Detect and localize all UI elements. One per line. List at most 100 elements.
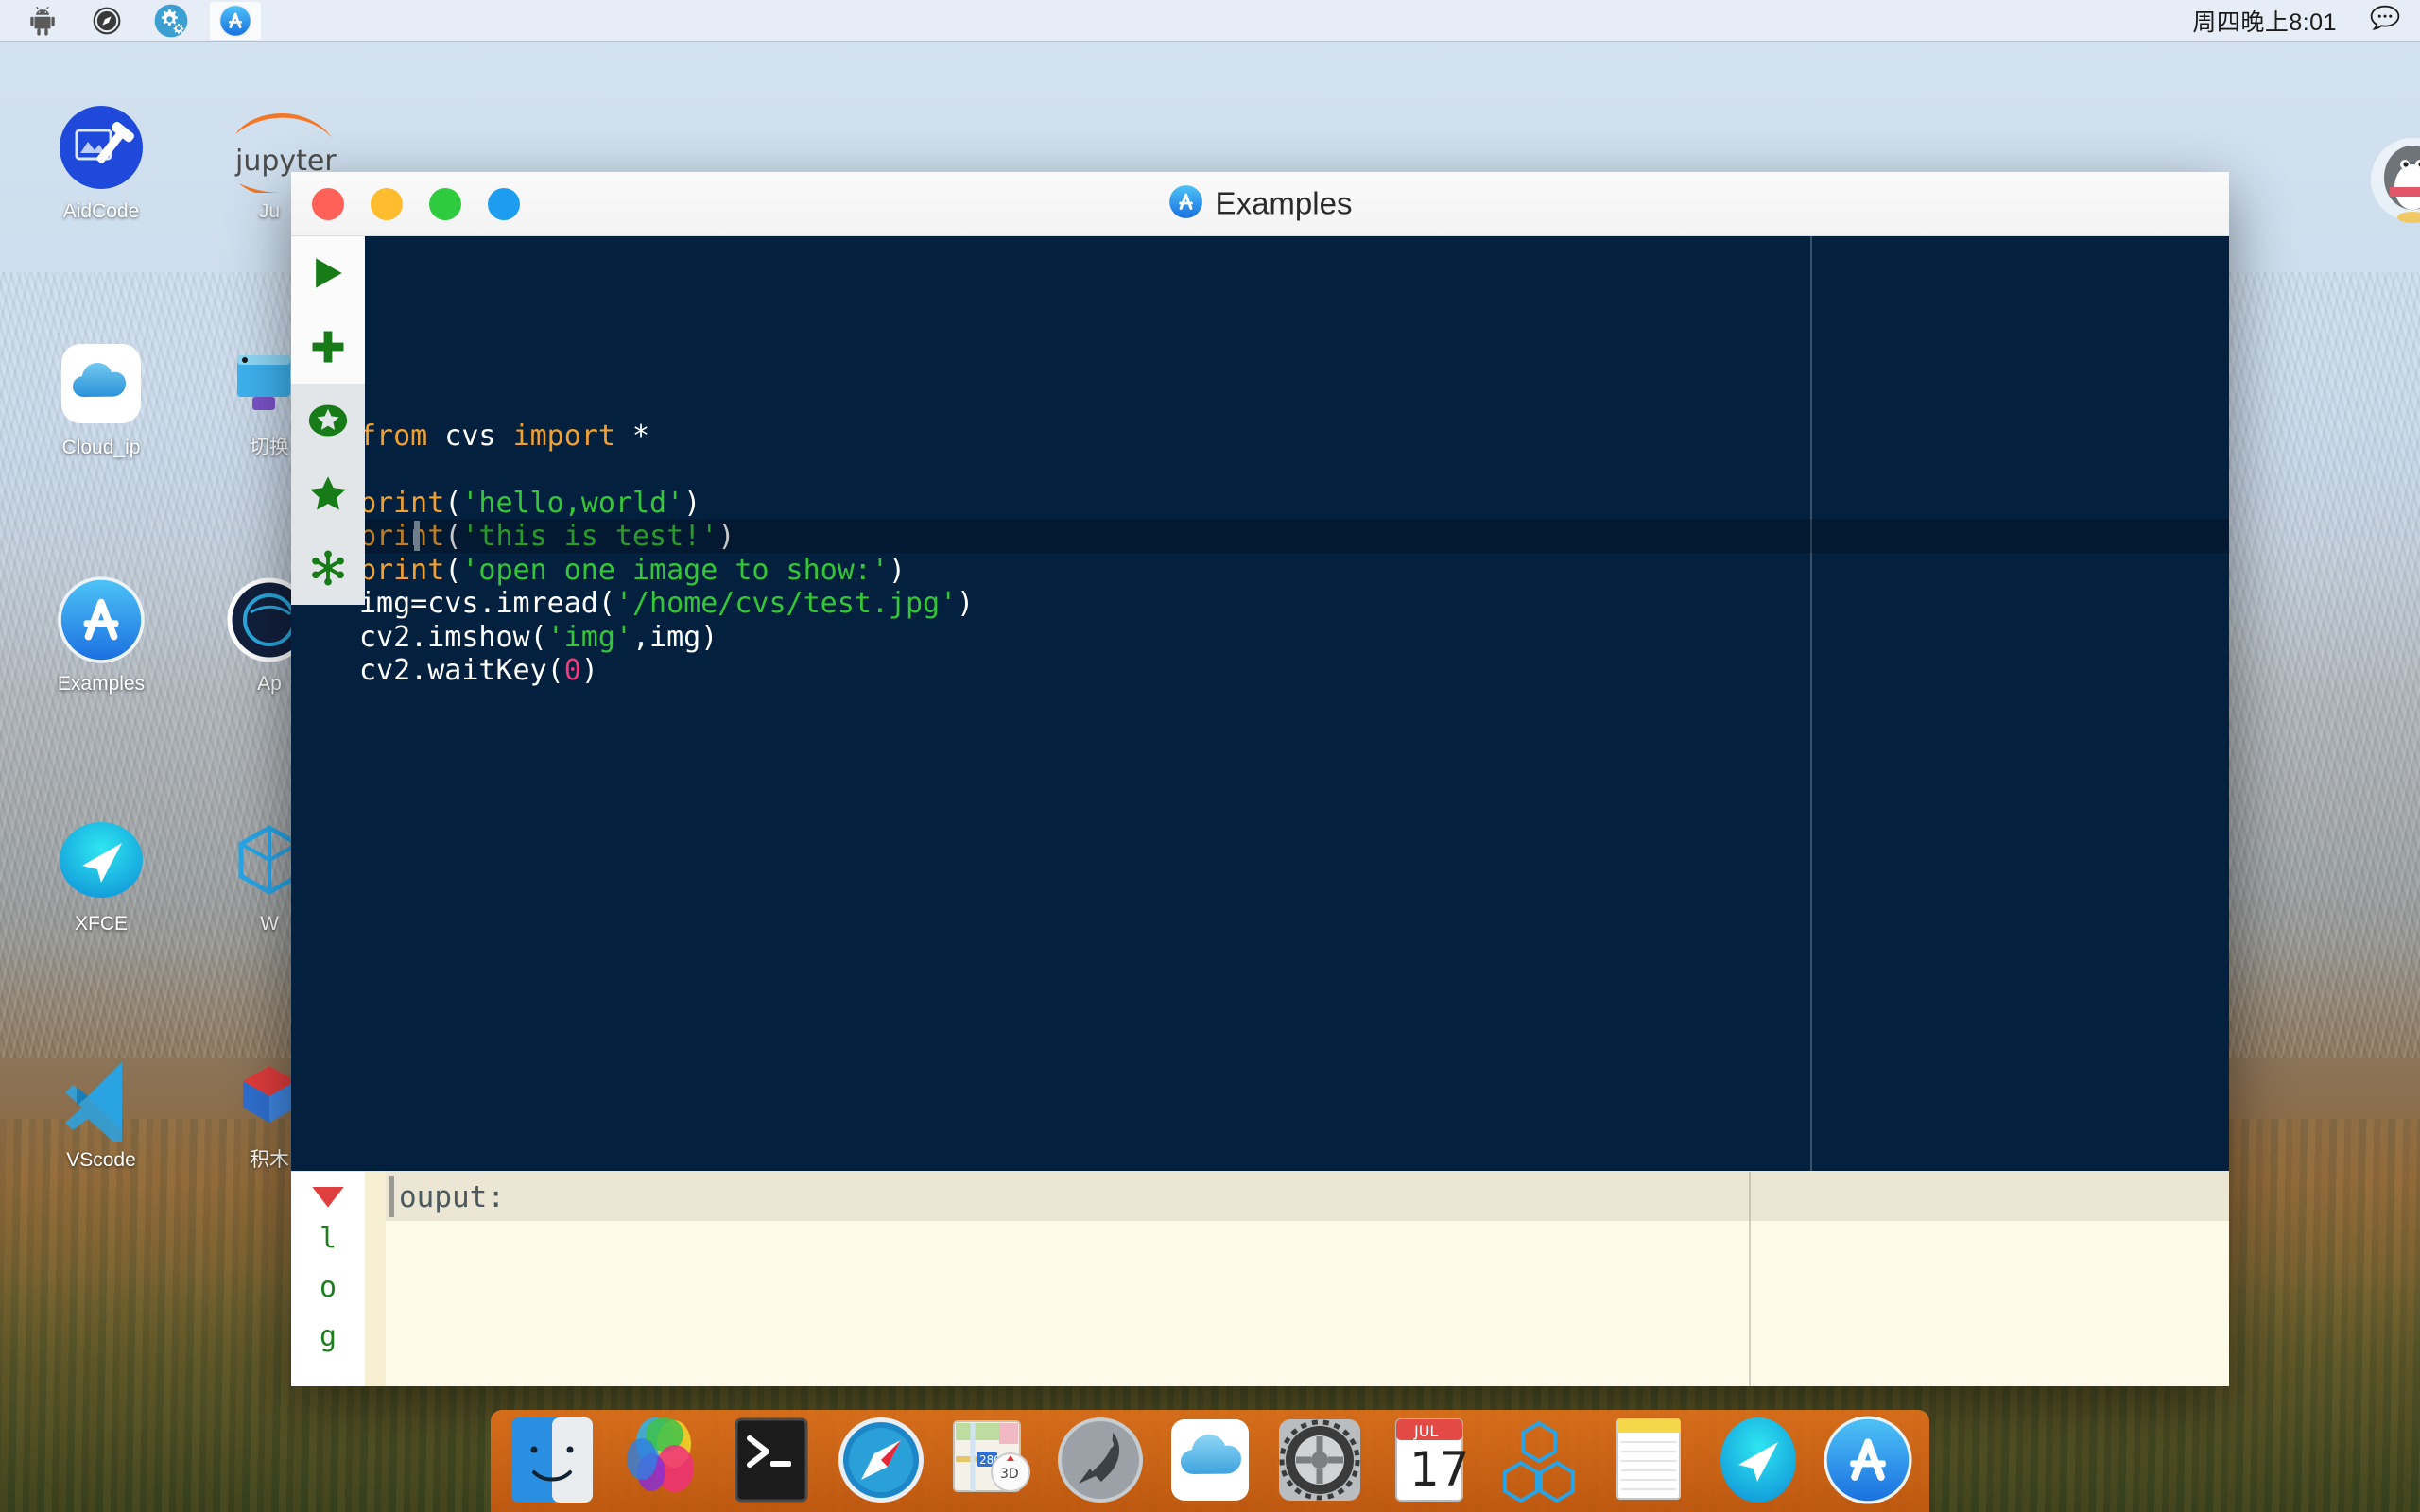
new-button[interactable]	[291, 310, 365, 384]
cloud-icon	[56, 338, 147, 429]
dock-item-system-preferences[interactable]	[1273, 1414, 1366, 1506]
code-line: img=cvs.imread('/home/cvs/test.jpg')	[359, 587, 2229, 621]
code-line: cv2.waitKey(0)	[359, 654, 2229, 688]
output-gutter	[365, 1172, 386, 1386]
snowflake-button[interactable]	[291, 531, 365, 605]
desktop-icon-vscode[interactable]: VScode	[30, 1051, 172, 1172]
compass-icon[interactable]	[81, 2, 132, 40]
window-title-bar[interactable]: Examples	[291, 172, 2229, 236]
desktop-icon-cloud-ip[interactable]: Cloud_ip	[30, 338, 172, 459]
code-token: img=cvs.imread(	[359, 587, 615, 620]
code-line: print('open one image to show:')	[359, 554, 2229, 588]
close-button[interactable]	[312, 187, 344, 220]
desktop-icon-examples[interactable]: Examples	[30, 575, 172, 696]
menu-bar-right: 周四晚上8:01	[2192, 4, 2420, 38]
code-token: )	[888, 553, 906, 587]
desktop-icon-qq[interactable]	[2342, 130, 2420, 229]
dock: 280 3D JUL 17	[491, 1410, 1929, 1512]
code-token: cv2.imshow(	[359, 620, 547, 654]
output-sidebar-label-l: l	[319, 1222, 337, 1255]
desktop-icon-aidcode[interactable]: AidCode	[30, 102, 172, 223]
code-token: import	[512, 419, 632, 453]
hammer-blueprint-icon	[56, 102, 147, 193]
code-editor[interactable]: 123456789 from cvs import * print('hello…	[291, 236, 2229, 1171]
code-token: (	[444, 553, 462, 587]
output-body[interactable]: ouput:	[386, 1172, 2229, 1386]
code-token: from	[359, 419, 445, 453]
traffic-lights	[312, 187, 520, 220]
extra-button[interactable]	[488, 187, 520, 220]
code-token: )	[717, 520, 735, 553]
gears-icon[interactable]	[146, 2, 197, 40]
vscode-icon	[56, 1051, 147, 1149]
speech-bubble-icon[interactable]	[2369, 4, 2401, 37]
dock-item-notes[interactable]	[1602, 1414, 1695, 1506]
code-line: print('this is test!')	[359, 520, 2229, 554]
code-token: *	[632, 419, 650, 453]
asterisk-snowflake-icon	[312, 550, 344, 586]
dock-item-calendar[interactable]: JUL 17	[1383, 1414, 1476, 1506]
code-token: 'img'	[546, 620, 632, 654]
play-triangle-icon	[316, 258, 342, 288]
desktop-icon-label: AidCode	[62, 200, 140, 222]
dock-item-launchpad[interactable]	[1054, 1414, 1147, 1506]
calendar-month: JUL	[1413, 1422, 1438, 1440]
dock-item-maps[interactable]: 280 3D	[944, 1414, 1037, 1506]
dock-item-appstore[interactable]	[1822, 1414, 1914, 1506]
code-token: cvs	[444, 419, 513, 453]
appstore-icon	[56, 575, 147, 665]
android-icon[interactable]	[17, 2, 68, 40]
minimize-button[interactable]	[371, 187, 403, 220]
desktop-icon-label: Examples	[57, 673, 146, 695]
xfce-mouse-icon	[56, 815, 147, 905]
code-token: )	[957, 587, 975, 620]
desktop-icon-xfce[interactable]: XFCE	[30, 815, 172, 936]
code-token: )	[683, 486, 701, 520]
code-token: '/home/cvs/test.jpg'	[614, 587, 958, 620]
dock-item-photos[interactable]	[615, 1414, 708, 1506]
dock-item-xfce-app[interactable]	[1712, 1414, 1805, 1506]
code-token: cv2.waitKey(	[359, 654, 564, 687]
plus-icon	[312, 331, 344, 363]
zoom-button[interactable]	[429, 187, 461, 220]
run-button[interactable]	[291, 236, 365, 310]
menubar-clock[interactable]: 周四晚上8:01	[2192, 4, 2337, 38]
code-line: cv2.imshow('img',img)	[359, 621, 2229, 655]
code-token: )	[580, 654, 598, 687]
text-caret	[414, 521, 420, 551]
output-caret	[389, 1176, 394, 1217]
dock-item-icloud[interactable]	[1164, 1414, 1256, 1506]
output-column-ruler	[1749, 1172, 1751, 1386]
appstore-icon[interactable]	[210, 1, 261, 40]
output-text: ouput:	[399, 1180, 505, 1214]
output-first-line-highlight	[386, 1172, 2229, 1221]
code-content[interactable]: from cvs import * print('hello,world') pr…	[346, 236, 2229, 1171]
code-token: (	[444, 486, 462, 520]
dock-item-blocks-app[interactable]	[1493, 1414, 1585, 1506]
code-token: print	[359, 486, 445, 520]
output-sidebar-label-o: o	[319, 1271, 337, 1304]
star-icon	[310, 476, 346, 510]
star-circle-button[interactable]	[291, 384, 365, 457]
output-sidebar: l o g	[291, 1172, 365, 1386]
code-token: (	[444, 520, 462, 553]
code-token: print	[359, 520, 445, 553]
dock-item-terminal[interactable]	[725, 1414, 818, 1506]
output-panel[interactable]: l o g ouput:	[291, 1171, 2229, 1386]
menu-bar: 周四晚上8:01	[0, 0, 2420, 42]
menu-bar-left	[0, 1, 261, 40]
output-sidebar-label-g: g	[319, 1320, 337, 1353]
window-title-text: Examples	[1215, 185, 1353, 221]
svg-text:3D: 3D	[1000, 1467, 1019, 1482]
code-token: 'this is test!'	[461, 520, 718, 553]
code-line: print('hello,world')	[359, 487, 2229, 521]
dock-item-safari[interactable]	[835, 1414, 927, 1506]
dock-item-finder[interactable]	[506, 1414, 598, 1506]
desktop-icon-label: Cloud_ip	[61, 437, 141, 458]
red-triangle-down-icon[interactable]	[309, 1183, 347, 1214]
favorite-button[interactable]	[291, 457, 365, 531]
code-lines: from cvs import * print('hello,world') pr…	[359, 420, 2229, 722]
code-token: 0	[563, 654, 581, 687]
